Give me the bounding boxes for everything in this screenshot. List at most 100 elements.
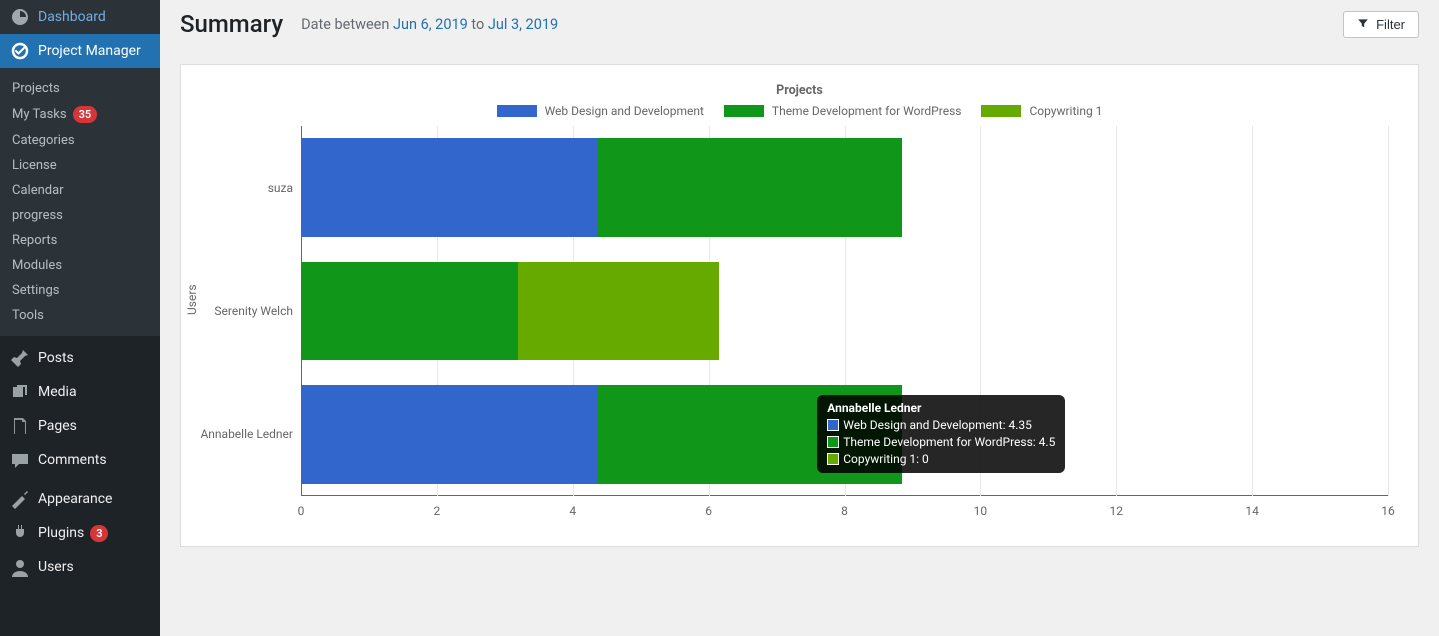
sidebar-item-pages[interactable]: Pages	[0, 409, 160, 443]
page-header: Summary Date between Jun 6, 2019 to Jul …	[160, 0, 1439, 48]
sidebar-sub-label: Modules	[12, 258, 62, 273]
project-manager-icon	[10, 41, 30, 61]
sidebar-sub-label: Calendar	[12, 183, 64, 198]
sidebar-sub-item[interactable]: progress	[0, 203, 160, 228]
sidebar-sub-item[interactable]: My Tasks 35	[0, 101, 160, 128]
appearance-icon	[10, 489, 30, 509]
sidebar-sub-label: Settings	[12, 283, 59, 298]
bar-segment[interactable]	[301, 262, 518, 361]
sidebar-sub-badge: 35	[73, 106, 98, 123]
sidebar-sub-item[interactable]: Reports	[0, 228, 160, 253]
x-tick: 6	[705, 504, 712, 518]
chart-title: Projects	[181, 65, 1418, 104]
bar-row: Serenity Welch	[301, 262, 1388, 361]
date-from-link[interactable]: Jun 6, 2019	[393, 16, 468, 33]
y-tick: Serenity Welch	[214, 304, 293, 318]
legend-item[interactable]: Theme Development for WordPress	[724, 104, 962, 118]
users-icon	[10, 557, 30, 577]
pages-icon	[10, 416, 30, 436]
pin-icon	[10, 348, 30, 368]
sidebar-sub-item[interactable]: Modules	[0, 253, 160, 278]
sidebar-submenu: Projects My Tasks 35 Categories License Calen…	[0, 68, 160, 336]
sidebar-label: Users	[38, 559, 74, 575]
main-content: Summary Date between Jun 6, 2019 to Jul …	[160, 0, 1439, 547]
bar-segment[interactable]	[301, 385, 597, 484]
bar-stack[interactable]	[301, 385, 1388, 484]
x-tick: 4	[569, 504, 576, 518]
y-axis-label: Users	[185, 284, 199, 315]
x-tick: 2	[434, 504, 441, 518]
sidebar-item-media[interactable]: Media	[0, 375, 160, 409]
sidebar-item-project-manager[interactable]: Project Manager	[0, 34, 160, 68]
dashboard-icon	[10, 7, 30, 27]
filter-button[interactable]: Filter	[1343, 11, 1419, 38]
bar-segment[interactable]	[597, 138, 903, 237]
legend-swatch	[981, 105, 1021, 117]
admin-sidebar: Dashboard Project Manager Projects My Tas…	[0, 0, 160, 636]
legend-swatch	[497, 105, 537, 117]
chart-plot: 0246810121416suzaSerenity WelchAnnabelle…	[301, 126, 1388, 496]
sidebar-label: Comments	[38, 452, 107, 468]
sidebar-label: Posts	[38, 350, 74, 366]
sidebar-sub-label: progress	[12, 208, 63, 223]
bar-segment[interactable]	[518, 262, 718, 361]
sidebar-label: Pages	[38, 418, 77, 434]
plugins-badge: 3	[90, 525, 108, 542]
sidebar-sub-label: Reports	[12, 233, 57, 248]
bar-stack[interactable]	[301, 262, 1388, 361]
plugins-icon	[10, 523, 30, 543]
sidebar-sub-label: Categories	[12, 133, 75, 148]
filter-button-label: Filter	[1376, 17, 1405, 32]
legend-label: Theme Development for WordPress	[772, 104, 962, 118]
y-tick: Annabelle Ledner	[200, 427, 293, 441]
bar-stack[interactable]	[301, 138, 1388, 237]
sidebar-sub-item[interactable]: Calendar	[0, 178, 160, 203]
sidebar-label: Appearance	[38, 491, 112, 507]
date-range-label: Date between Jun 6, 2019 to Jul 3, 2019	[301, 16, 558, 33]
sidebar-label: Dashboard	[38, 9, 106, 25]
sidebar-sub-label: License	[12, 158, 57, 173]
sidebar-sub-item[interactable]: License	[0, 153, 160, 178]
sidebar-sub-item[interactable]: Categories	[0, 128, 160, 153]
sidebar-item-posts[interactable]: Posts	[0, 341, 160, 375]
legend-label: Web Design and Development	[545, 104, 704, 118]
chart-area: Users 0 2 4 6 8 10 12 14 16 suza Serenity Welch Ann…	[181, 126, 1418, 546]
x-tick: 12	[1110, 504, 1124, 518]
media-icon	[10, 382, 30, 402]
sidebar-label: Plugins	[38, 525, 84, 541]
x-tick: 8	[841, 504, 848, 518]
chart-card: Projects Web Design and Development Theme…	[180, 64, 1419, 547]
sidebar-item-dashboard[interactable]: Dashboard	[0, 0, 160, 34]
filter-icon	[1357, 17, 1369, 32]
legend-swatch	[724, 105, 764, 117]
legend-item[interactable]: Web Design and Development	[497, 104, 704, 118]
page-title: Summary	[180, 10, 283, 38]
sidebar-sub-label: Projects	[12, 81, 60, 96]
sidebar-sub-item[interactable]: Tools	[0, 303, 160, 328]
grid-line	[1388, 126, 1389, 496]
sidebar-item-comments[interactable]: Comments	[0, 443, 160, 477]
comments-icon	[10, 450, 30, 470]
sidebar-item-plugins[interactable]: Plugins 3	[0, 516, 160, 550]
bar-segment[interactable]	[301, 138, 597, 237]
sidebar-sub-label: My Tasks	[12, 107, 67, 122]
sidebar-sub-item[interactable]: Projects	[0, 76, 160, 101]
bar-segment[interactable]	[597, 385, 903, 484]
x-tick: 16	[1381, 504, 1395, 518]
y-tick: suza	[268, 181, 293, 195]
x-tick: 14	[1245, 504, 1259, 518]
legend-item[interactable]: Copywriting 1	[981, 104, 1102, 118]
sidebar-label: Media	[38, 384, 77, 400]
sidebar-label: Project Manager	[38, 43, 141, 59]
sidebar-item-users[interactable]: Users	[0, 550, 160, 584]
sidebar-sub-item[interactable]: Settings	[0, 278, 160, 303]
chart-legend: Web Design and Development Theme Developm…	[181, 104, 1418, 126]
sidebar-sub-label: Tools	[12, 308, 44, 323]
legend-label: Copywriting 1	[1029, 104, 1102, 118]
date-to-link[interactable]: Jul 3, 2019	[488, 16, 558, 33]
bar-row: suza	[301, 138, 1388, 237]
sidebar-item-appearance[interactable]: Appearance	[0, 482, 160, 516]
x-tick: 0	[298, 504, 305, 518]
x-tick: 10	[974, 504, 988, 518]
bar-row: Annabelle Ledner	[301, 385, 1388, 484]
